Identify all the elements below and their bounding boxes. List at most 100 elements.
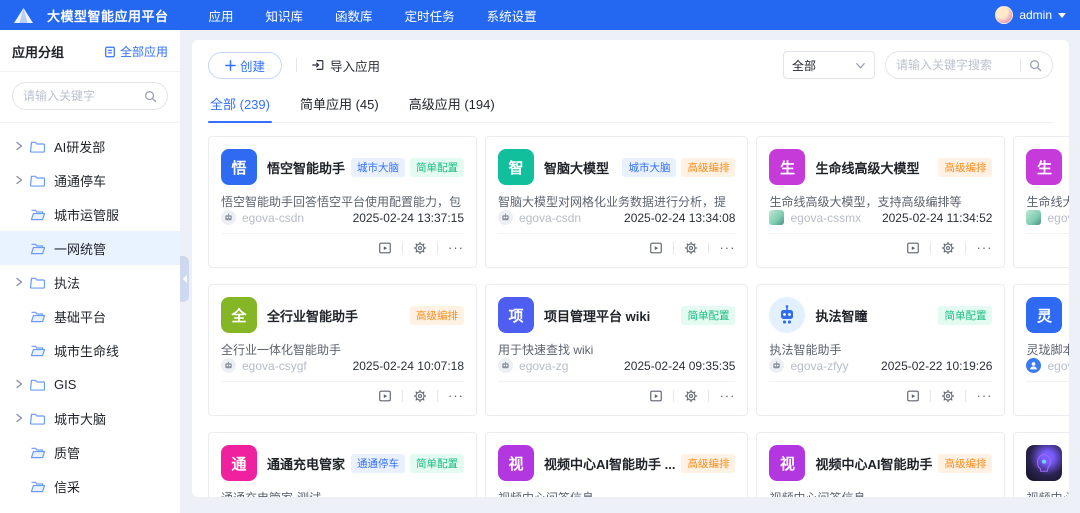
card-tag: 简单配置	[938, 306, 992, 325]
group-search-input[interactable]	[23, 89, 144, 103]
app-card[interactable]: 通通通充电管家通通停车简单配置通通充电管家-测试	[208, 432, 477, 497]
folder-open-icon	[30, 478, 46, 494]
tree-item[interactable]: GIS	[0, 367, 180, 401]
tree-item[interactable]: 质管	[0, 435, 180, 469]
app-card[interactable]: 执法智瞳简单配置执法智能助手egova-zfyy2025-02-22 10:19…	[756, 284, 1005, 416]
settings-gear-icon[interactable]	[413, 389, 427, 403]
card-tags: 简单配置	[681, 306, 735, 325]
preview-icon[interactable]	[649, 389, 663, 403]
card-description: 视频中心问答信息	[498, 489, 735, 497]
search-icon[interactable]	[1029, 59, 1042, 72]
chevron-right-icon[interactable]	[14, 413, 30, 423]
more-icon[interactable]: ···	[719, 244, 735, 252]
app-card[interactable]: 全全行业智能助手高级编排全行业一体化智能助手egova-csygf2025-02…	[208, 284, 477, 416]
tab[interactable]: 高级应用 (194)	[407, 88, 497, 122]
more-icon[interactable]: ···	[448, 244, 464, 252]
card-title: 悟空智能助手	[267, 158, 345, 177]
app-card[interactable]: 生生命线大模型简单配置生命线大模型聚焦城市生命线领域，为运维人员提供设备故障诊断…	[1013, 136, 1069, 268]
card-header: 生生命线大模型简单配置	[1026, 149, 1069, 185]
owner-avatar	[1026, 210, 1041, 225]
app-card[interactable]: 项项目管理平台 wiki简单配置用于快速查找 wikiegova-zg2025-…	[485, 284, 748, 416]
tree-item[interactable]: 城市运管服	[0, 197, 180, 231]
plus-icon	[225, 60, 236, 71]
chevron-right-icon[interactable]	[14, 175, 30, 185]
tree-item[interactable]: 基础平台	[0, 299, 180, 333]
user-menu[interactable]: admin	[995, 6, 1066, 24]
card-header: 执法智瞳简单配置	[769, 297, 992, 333]
all-apps-link[interactable]: 全部应用	[104, 43, 168, 60]
card-tags: 通通停车简单配置	[351, 454, 464, 473]
tab[interactable]: 简单应用 (45)	[298, 88, 381, 122]
sidebar-collapse-handle[interactable]	[180, 256, 189, 302]
app-search-input[interactable]	[896, 58, 1012, 72]
card-title: 项目管理平台 wiki	[544, 306, 675, 325]
import-app-button[interactable]: 导入应用	[311, 56, 380, 75]
actions-divider	[402, 390, 403, 402]
more-icon[interactable]: ···	[719, 392, 735, 400]
nav-menu-item[interactable]: 系统设置	[487, 6, 537, 25]
tree-item[interactable]: 工程技术中心	[0, 503, 180, 513]
folder-icon	[30, 138, 46, 154]
app-card[interactable]: 悟悟空智能助手城市大脑简单配置悟空智能助手回答悟空平台使用配置能力，包括大屏配置…	[208, 136, 477, 268]
owner-name: egova-csdn	[519, 211, 624, 225]
nav-menu-item[interactable]: 函数库	[335, 6, 373, 25]
chevron-right-icon[interactable]	[14, 277, 30, 287]
tree-item[interactable]: 城市大脑	[0, 401, 180, 435]
ai-face-icon	[1026, 445, 1062, 481]
settings-gear-icon[interactable]	[941, 389, 955, 403]
nav-menu-item[interactable]: 定时任务	[405, 6, 455, 25]
sidebar-title: 应用分组	[12, 42, 64, 61]
app-type-tabs: 全部 (239) 简单应用 (45) 高级应用 (194)	[208, 88, 1053, 123]
more-icon[interactable]: ···	[976, 244, 992, 252]
settings-gear-icon[interactable]	[684, 241, 698, 255]
card-meta: egova-zfyy2025-02-22 10:19:26	[769, 358, 992, 373]
card-meta: egova-cssmx2025-02-24 11:34:52	[769, 210, 992, 225]
actions-divider	[673, 242, 674, 254]
settings-gear-icon[interactable]	[941, 241, 955, 255]
preview-icon[interactable]	[649, 241, 663, 255]
app-icon: 灵	[1026, 297, 1062, 333]
app-card[interactable]: 智智脑大模型城市大脑高级编排智脑大模型对网格化业务数据进行分析，提供智能分析和决…	[485, 136, 748, 268]
app-card[interactable]: 视频中心AI智能助手平台研发组高级编排视频中心问答信息	[1013, 432, 1069, 497]
nav-menu-item[interactable]: 知识库	[266, 6, 304, 25]
card-tag: 简单配置	[681, 306, 735, 325]
tab[interactable]: 全部 (239)	[208, 88, 272, 122]
card-description: 视频中心问答信息	[1026, 489, 1069, 497]
settings-gear-icon[interactable]	[684, 389, 698, 403]
chevron-right-icon[interactable]	[14, 379, 30, 389]
nav-menu-item[interactable]: 应用	[209, 6, 234, 25]
app-card[interactable]: 视视频中心AI智能助手 ...高级编排视频中心问答信息	[485, 432, 748, 497]
card-header: 项项目管理平台 wiki简单配置	[498, 297, 735, 333]
more-icon[interactable]: ···	[448, 392, 464, 400]
tree-item[interactable]: 通通停车	[0, 163, 180, 197]
filter-select[interactable]: 全部	[783, 51, 875, 79]
preview-icon[interactable]	[378, 241, 392, 255]
preview-icon[interactable]	[906, 241, 920, 255]
import-icon	[311, 58, 325, 72]
app-card[interactable]: 生生命线高级大模型高级编排生命线高级大模型，支持高级编排等egova-cssmx…	[756, 136, 1005, 268]
card-meta: egova-cssmx2025-02-24 11:33:01	[1026, 210, 1069, 225]
create-button[interactable]: 创建	[208, 52, 282, 79]
tree-item-label: 信采	[54, 477, 80, 496]
apps-toolbar: 创建 导入应用 全部	[208, 50, 1053, 80]
more-icon[interactable]: ···	[976, 392, 992, 400]
preview-icon[interactable]	[906, 389, 920, 403]
app-icon: 全	[221, 297, 257, 333]
card-description: 生命线高级大模型，支持高级编排等	[769, 193, 992, 210]
app-groups-sidebar: 应用分组 全部应用 AI研发部通通停车城市运管服一网统管执法基础平台城市生命线 G…	[0, 30, 180, 513]
tree-item-label: GIS	[54, 377, 76, 392]
card-description: 悟空智能助手回答悟空平台使用配置能力，包括大屏配置指导、平台使用指导、实施规范流…	[221, 193, 464, 210]
app-card[interactable]: 灵灵珑脚本高级编排灵珑脚本小助手回答用户在使用灵珑平台提出的问题egova-jc…	[1013, 284, 1069, 416]
chevron-right-icon[interactable]	[14, 141, 30, 151]
tree-item[interactable]: AI研发部	[0, 129, 180, 163]
preview-icon[interactable]	[378, 389, 392, 403]
settings-gear-icon[interactable]	[413, 241, 427, 255]
app-icon: 视	[769, 445, 805, 481]
card-actions: ···	[498, 233, 735, 255]
card-header: 全全行业智能助手高级编排	[221, 297, 464, 333]
tree-item[interactable]: 信采	[0, 469, 180, 503]
tree-item[interactable]: 一网统管	[0, 231, 180, 265]
tree-item[interactable]: 城市生命线	[0, 333, 180, 367]
tree-item[interactable]: 执法	[0, 265, 180, 299]
app-card[interactable]: 视视频中心AI智能助手高级编排视频中心问答信息	[756, 432, 1005, 497]
